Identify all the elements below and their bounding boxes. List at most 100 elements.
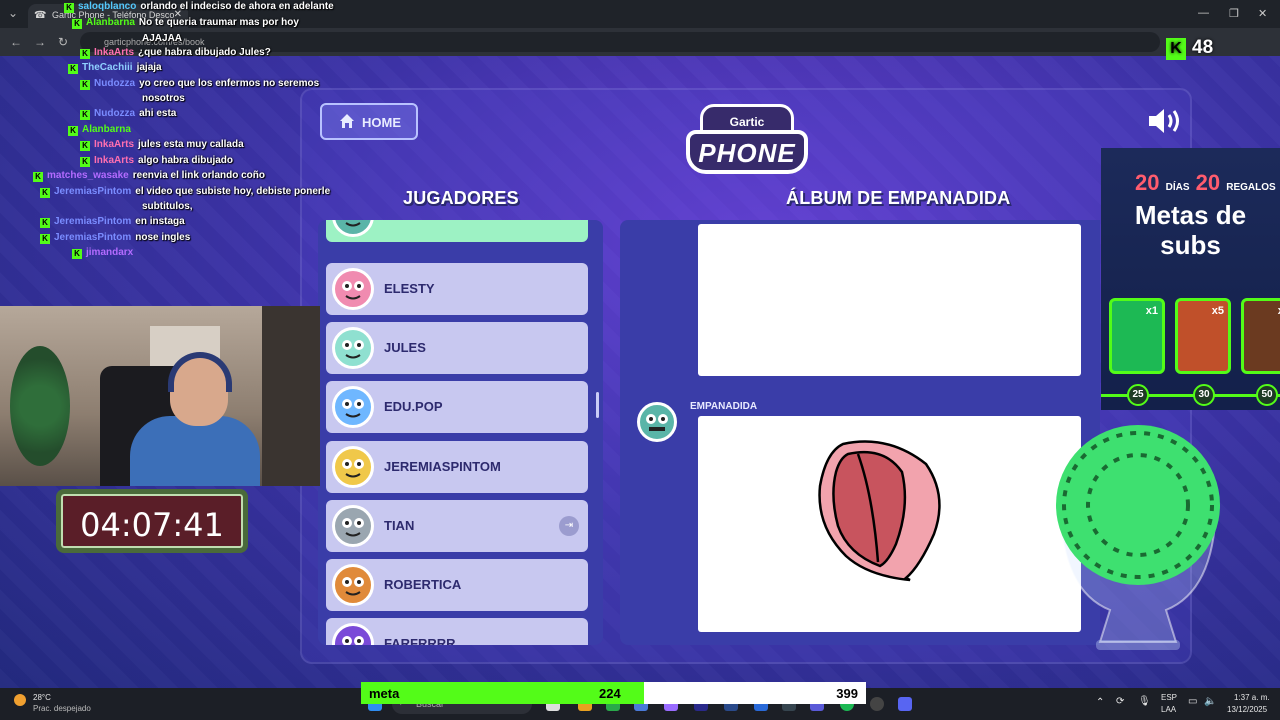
chat-text: ahi esta (139, 108, 177, 119)
weather-sun-icon[interactable] (14, 694, 26, 706)
chat-username[interactable]: InkaArts (94, 155, 134, 166)
player-row[interactable]: EMPANADIDA (326, 220, 588, 242)
player-row[interactable]: JULES (326, 322, 588, 374)
chat-username[interactable]: JeremiasPintom (54, 232, 131, 243)
obs-icon[interactable] (870, 697, 884, 711)
kick-player-icon[interactable]: ⇥ (559, 516, 579, 536)
chat-text: orlando el indeciso de ahora en adelante (140, 1, 334, 12)
meta-progress-bar: meta 224 399 (361, 682, 866, 704)
kick-logo-icon: K (1166, 38, 1186, 60)
chat-message: Kjimandarx (72, 247, 137, 259)
kick-badge-icon: K (40, 188, 50, 198)
chat-username[interactable]: JeremiasPintom (54, 216, 131, 227)
kick-viewer-count: K 48 (1166, 37, 1213, 63)
chat-username[interactable]: jimandarx (86, 247, 133, 258)
chat-username[interactable]: Nudozza (94, 78, 135, 89)
chat-text: nose ingles (135, 232, 191, 243)
kick-badge-icon: K (40, 234, 50, 244)
player-name: EMPANADIDA (384, 220, 471, 223)
chat-text: AJAJAA (142, 33, 183, 44)
webcam-plant (10, 346, 70, 466)
kick-badge-icon: K (72, 19, 82, 29)
webcam-feed (0, 306, 320, 486)
chat-username[interactable]: InkaArts (94, 47, 134, 58)
keyboard-language[interactable]: ESP (1161, 693, 1177, 702)
chat-message: K Nudozza ahi esta (80, 108, 176, 120)
viewer-count: 48 (1192, 37, 1214, 58)
kick-badge-icon: K (80, 157, 90, 167)
chat-username[interactable]: TheCachiii (82, 62, 133, 73)
author-name: EMPANADIDA (690, 401, 758, 412)
chat-message: K Alanbarna (68, 124, 135, 136)
kick-badge-icon: K (72, 249, 82, 259)
chat-message: K InkaArts algo habra dibujado (80, 155, 233, 167)
chat-text: jajaja (136, 62, 162, 73)
player-name: EDU.POP (384, 399, 443, 414)
clock-time[interactable]: 1:37 a. m. (1234, 693, 1270, 702)
player-avatar (332, 623, 374, 645)
weather-temperature: 28°C (33, 693, 51, 702)
album-card-blank (698, 224, 1081, 376)
tray-sync-icon[interactable]: ⟳ (1116, 696, 1124, 707)
chat-username[interactable]: InkaArts (94, 139, 134, 150)
kick-jar-icon (1056, 425, 1220, 650)
chat-username[interactable]: saloqblanco (78, 1, 136, 12)
kick-badge-icon: K (80, 110, 90, 120)
chat-text: yo creo que los enfermos no seremos (139, 78, 320, 89)
chat-message: AJAJAA (142, 33, 182, 45)
tray-mic-icon[interactable]: 🎙 (1138, 696, 1151, 707)
logo-main-text: PHONE (686, 130, 808, 174)
chat-username[interactable]: Alanbarna (82, 124, 131, 135)
goal-milestone: 25 (1127, 384, 1149, 406)
players-list[interactable]: EMPANADIDA ELESTY JULES EDU.POP JEREMIASPINT… (318, 220, 603, 645)
album-title: ÁLBUM DE EMPANADIDA (786, 188, 1011, 208)
player-row[interactable]: ELESTY (326, 263, 588, 315)
discord-icon[interactable] (898, 697, 912, 711)
kick-badge-icon: K (80, 141, 90, 151)
player-avatar (332, 268, 374, 310)
chat-username[interactable]: matches_wasake (47, 170, 129, 181)
player-row[interactable]: EDU.POP (326, 381, 588, 433)
player-row[interactable]: TIAN ⇥ (326, 500, 588, 552)
player-row[interactable]: JEREMIASPINTOM (326, 441, 588, 493)
player-name: TIAN (384, 518, 415, 533)
chat-message: Ksaloqblanco orlando el indeciso de ahora… (64, 1, 334, 13)
players-title: JUGADORES (403, 188, 519, 208)
player-name: ROBERTICA (384, 577, 462, 592)
player-row[interactable]: ROBERTICA (326, 559, 588, 611)
chat-message: K JeremiasPintom nose ingles (40, 232, 190, 244)
player-name: JULES (384, 340, 426, 355)
player-row[interactable]: FARFRRRR (326, 618, 588, 645)
chat-message: K JeremiasPintom el video que subiste hoy,… (40, 186, 330, 198)
reward-multiplier: x5 (1211, 305, 1224, 317)
tray-chevron-icon[interactable]: ⌃ (1096, 697, 1104, 708)
kick-badge-icon: K (68, 64, 78, 74)
chat-username[interactable]: Alanbarna (86, 17, 135, 28)
chat-text: ¿que habra dibujado Jules? (138, 47, 271, 58)
players-scrollbar[interactable] (596, 392, 599, 418)
clock-date: 13/12/2025 (1227, 705, 1268, 714)
player-avatar (332, 446, 374, 488)
restore-icon[interactable]: ❐ (1229, 7, 1239, 20)
chat-message: K InkaArts ¿que habra dibujado Jules? (80, 47, 271, 59)
days-label: DÍAS (1165, 182, 1190, 193)
network-icon[interactable]: ▭ (1188, 696, 1197, 707)
volume-icon[interactable]: 🔈 (1204, 696, 1216, 707)
webcam-acoustic-panel (262, 306, 320, 486)
chat-username[interactable]: Nudozza (94, 108, 135, 119)
sub-goals-title: Metas de subs (1134, 200, 1247, 260)
webcam-person-shirt (130, 416, 260, 486)
minimize-icon[interactable]: — (1198, 7, 1209, 19)
close-window-icon[interactable]: ✕ (1258, 7, 1267, 20)
chat-text: No te queria traumar mas por hoy (138, 17, 299, 28)
chat-username[interactable]: JeremiasPintom (54, 186, 131, 197)
stream-timer: 04:07:41 (56, 489, 248, 553)
player-avatar (332, 386, 374, 428)
kick-badge-icon: K (80, 49, 90, 59)
gartic-phone-logo: Gartic PHONE (686, 104, 808, 176)
sub-goals-widget: 20 DÍAS 20 REGALOS Metas de subs x1 25 x5 3… (1101, 148, 1280, 410)
chat-message: K TheCachiii jajaja (68, 62, 162, 74)
volume-speaker-icon[interactable] (1147, 107, 1183, 135)
kick-badge-icon: K (40, 218, 50, 228)
player-avatar (332, 505, 374, 547)
